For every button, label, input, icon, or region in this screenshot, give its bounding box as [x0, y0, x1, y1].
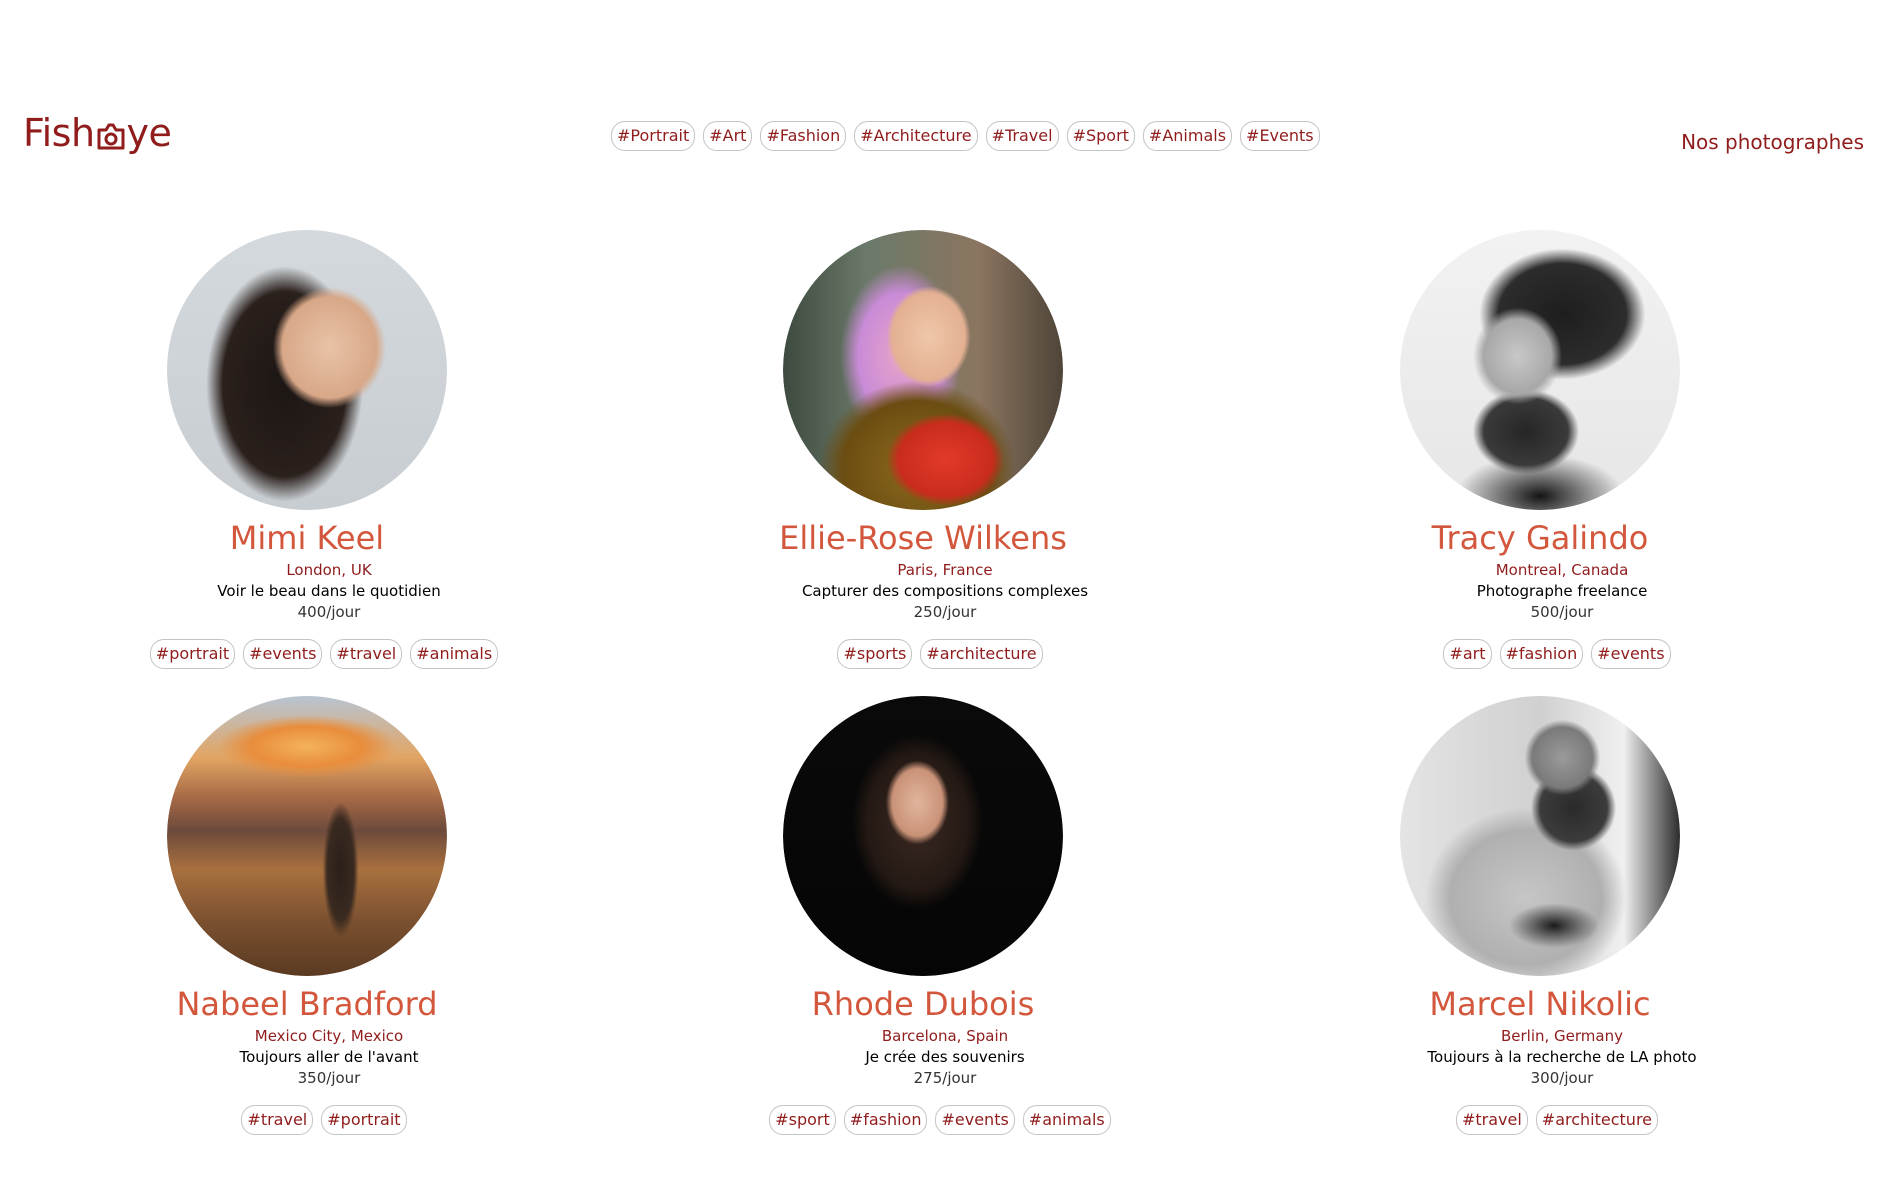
- photographer-location: Paris, France: [897, 561, 993, 579]
- photographer-tags: #art #fashion #events: [1443, 639, 1671, 669]
- photographer-portrait: [167, 230, 447, 510]
- photographer-tag[interactable]: #travel: [330, 639, 403, 669]
- photographer-price: 350/jour: [297, 1069, 361, 1087]
- photographer-price: 250/jour: [913, 603, 977, 621]
- photographer-tag[interactable]: #sport: [769, 1105, 836, 1135]
- photographer-portrait: [783, 230, 1063, 510]
- page-header: Fish ye #Portrait #Art #Fashion #Archite…: [0, 108, 1885, 164]
- photographer-location: Barcelona, Spain: [881, 1027, 1009, 1045]
- tag-filter-fashion[interactable]: #Fashion: [760, 121, 847, 151]
- photographer-portrait-link[interactable]: [783, 696, 1063, 976]
- logo-text-left: Fish: [23, 111, 95, 155]
- photographer-name[interactable]: Tracy Galindo: [1432, 518, 1649, 558]
- photographer-tag[interactable]: #travel: [1455, 1105, 1528, 1135]
- tag-filter-portrait[interactable]: #Portrait: [611, 121, 696, 151]
- photographer-tagline: Voir le beau dans le quotidien: [217, 582, 441, 600]
- tag-filter-travel[interactable]: #Travel: [985, 121, 1059, 151]
- photographer-name[interactable]: Rhode Dubois: [812, 984, 1035, 1024]
- photographer-portrait-link[interactable]: [783, 230, 1063, 510]
- photographer-portrait-link[interactable]: [1400, 696, 1680, 976]
- photographer-tag[interactable]: #travel: [241, 1105, 314, 1135]
- photographer-card: Tracy Galindo Montreal, Canada Photograp…: [1372, 230, 1752, 669]
- camera-icon: [96, 120, 126, 152]
- tag-filter-nav: #Portrait #Art #Fashion #Architecture #T…: [611, 121, 1320, 151]
- fisheye-logo[interactable]: Fish ye: [23, 111, 172, 155]
- photographer-tagline: Photographe freelance: [1476, 582, 1648, 600]
- photographer-tag[interactable]: #events: [243, 639, 323, 669]
- photographer-tagline: Capturer des compositions complexes: [801, 582, 1089, 600]
- photographer-price: 300/jour: [1530, 1069, 1594, 1087]
- photographer-tag[interactable]: #animals: [1022, 1105, 1111, 1135]
- photographer-portrait-link[interactable]: [167, 696, 447, 976]
- tag-filter-architecture[interactable]: #Architecture: [854, 121, 978, 151]
- nos-photographes-link[interactable]: Nos photographes: [1681, 130, 1864, 154]
- photographer-location: Montreal, Canada: [1495, 561, 1629, 579]
- photographer-card: Rhode Dubois Barcelona, Spain Je crée de…: [755, 696, 1135, 1135]
- photographer-tags: #travel #architecture: [1455, 1105, 1659, 1135]
- tag-filter-events[interactable]: #Events: [1240, 121, 1320, 151]
- logo-text-right: ye: [126, 111, 172, 155]
- photographer-tag[interactable]: #sports: [837, 639, 913, 669]
- photographer-name[interactable]: Ellie-Rose Wilkens: [779, 518, 1067, 558]
- photographer-tagline: Toujours aller de l'avant: [239, 1048, 419, 1066]
- photographer-tag[interactable]: #portrait: [321, 1105, 407, 1135]
- tag-filter-sport[interactable]: #Sport: [1066, 121, 1135, 151]
- photographer-tag[interactable]: #animals: [410, 639, 499, 669]
- photographer-card: Ellie-Rose Wilkens Paris, France Capture…: [755, 230, 1135, 669]
- photographer-portrait: [783, 696, 1063, 976]
- photographer-tag[interactable]: #fashion: [843, 1105, 928, 1135]
- photographer-tags: #sports #architecture: [837, 639, 1043, 669]
- photographer-name[interactable]: Mimi Keel: [230, 518, 384, 558]
- photographer-tag[interactable]: #events: [1591, 639, 1671, 669]
- photographer-card: Mimi Keel London, UK Voir le beau dans l…: [139, 230, 519, 669]
- photographer-portrait-link[interactable]: [167, 230, 447, 510]
- photographer-portrait-link[interactable]: [1400, 230, 1680, 510]
- photographer-name[interactable]: Marcel Nikolic: [1429, 984, 1650, 1024]
- photographer-tag[interactable]: #fashion: [1499, 639, 1584, 669]
- photographer-location: Berlin, Germany: [1500, 1027, 1623, 1045]
- photographer-tag[interactable]: #portrait: [149, 639, 236, 669]
- photographer-tag[interactable]: #architecture: [1535, 1105, 1659, 1135]
- photographer-portrait: [167, 696, 447, 976]
- photographer-tagline: Toujours à la recherche de LA photo: [1427, 1048, 1697, 1066]
- photographer-price: 500/jour: [1530, 603, 1594, 621]
- photographer-price: 400/jour: [297, 603, 361, 621]
- photographer-card: Marcel Nikolic Berlin, Germany Toujours …: [1372, 696, 1752, 1135]
- photographer-portrait: [1400, 696, 1680, 976]
- photographer-tag[interactable]: #art: [1443, 639, 1492, 669]
- photographer-tags: #portrait #events #travel #animals: [149, 639, 499, 669]
- photographer-card: Nabeel Bradford Mexico City, Mexico Touj…: [139, 696, 519, 1135]
- tag-filter-art[interactable]: #Art: [703, 121, 753, 151]
- photographer-tag[interactable]: #architecture: [920, 639, 1043, 669]
- photographer-location: Mexico City, Mexico: [254, 1027, 404, 1045]
- photographer-tag[interactable]: #events: [935, 1105, 1015, 1135]
- tag-filter-animals[interactable]: #Animals: [1142, 121, 1233, 151]
- photographer-tags: #travel #portrait: [241, 1105, 407, 1135]
- photographer-name[interactable]: Nabeel Bradford: [176, 984, 437, 1024]
- photographer-location: London, UK: [286, 561, 372, 579]
- photographer-tagline: Je crée des souvenirs: [865, 1048, 1025, 1066]
- photographer-tags: #sport #fashion #events #animals: [769, 1105, 1111, 1135]
- photographer-price: 275/jour: [913, 1069, 977, 1087]
- photographer-portrait: [1400, 230, 1680, 510]
